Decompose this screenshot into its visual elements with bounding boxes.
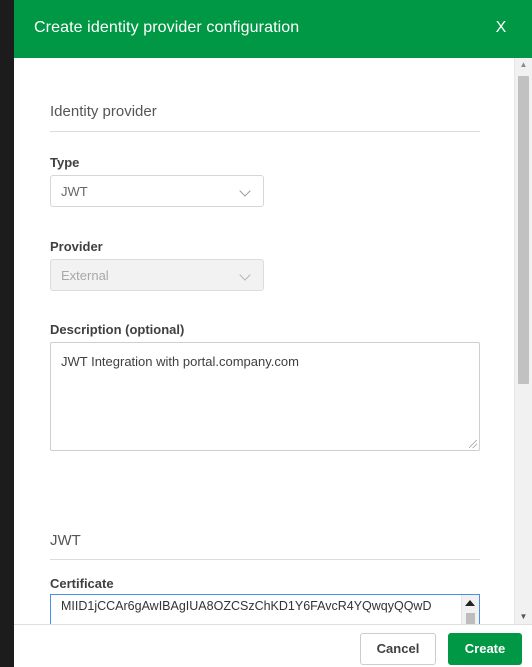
section-title-identity-provider: Identity provider: [50, 103, 157, 120]
scrollbar-thumb[interactable]: [466, 613, 475, 624]
type-label: Type: [50, 155, 80, 170]
certificate-value: MIID1jCCAr6gAwIBAgIUA8OZCSzChKD1Y6FAvcR4…: [61, 599, 432, 613]
scrollbar-thumb[interactable]: [518, 76, 529, 384]
description-label: Description (optional): [50, 322, 185, 337]
provider-select: External: [50, 259, 264, 291]
dialog-header: Create identity provider configuration X: [14, 0, 532, 58]
content-scrollbar[interactable]: ▲ ▼: [514, 58, 532, 624]
description-value: JWT Integration with portal.company.com: [61, 354, 299, 369]
resize-grip-icon[interactable]: [469, 440, 477, 448]
type-select-value: JWT: [61, 184, 88, 199]
section-title-jwt: JWT: [50, 532, 81, 549]
chevron-down-icon: [239, 185, 251, 197]
scroll-up-arrow-icon[interactable]: [465, 600, 475, 606]
type-select[interactable]: JWT: [50, 175, 264, 207]
scroll-down-arrow-icon[interactable]: ▼: [515, 610, 532, 624]
dialog-footer: Cancel Create: [14, 624, 532, 667]
scroll-up-arrow-icon[interactable]: ▲: [515, 58, 532, 72]
section-divider: [50, 131, 480, 132]
certificate-label: Certificate: [50, 576, 114, 591]
section-divider: [50, 559, 480, 560]
identity-provider-dialog: Create identity provider configuration X…: [0, 0, 532, 667]
certificate-scrollbar[interactable]: [461, 595, 479, 624]
description-textarea[interactable]: JWT Integration with portal.company.com: [50, 342, 480, 451]
certificate-textarea[interactable]: MIID1jCCAr6gAwIBAgIUA8OZCSzChKD1Y6FAvcR4…: [50, 594, 480, 624]
dialog-title: Create identity provider configuration: [34, 19, 300, 36]
provider-label: Provider: [50, 239, 103, 254]
cancel-button[interactable]: Cancel: [360, 633, 436, 665]
provider-select-value: External: [61, 268, 109, 283]
close-icon[interactable]: X: [490, 17, 512, 39]
chevron-down-icon: [239, 269, 251, 281]
dialog-content[interactable]: Identity provider Type JWT Provider Exte…: [14, 58, 514, 624]
create-button[interactable]: Create: [448, 633, 522, 665]
backdrop-edge: [0, 0, 14, 667]
